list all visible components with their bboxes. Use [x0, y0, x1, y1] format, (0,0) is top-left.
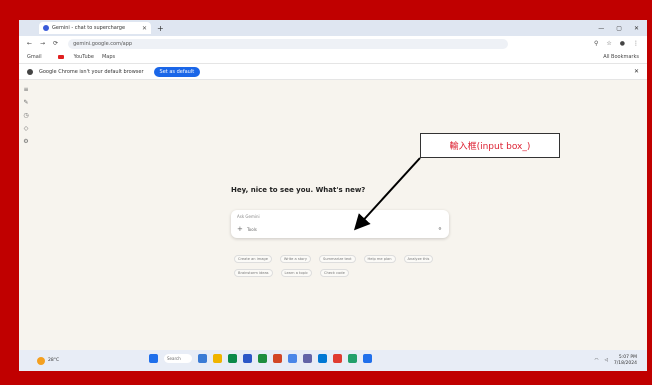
- nav-buttons: ← → ⟳: [19, 40, 58, 47]
- file-explorer-icon[interactable]: [213, 354, 222, 363]
- suggestion-chip[interactable]: Create an image: [234, 255, 272, 263]
- gem-icon[interactable]: ◇: [24, 125, 29, 132]
- suggestion-chip[interactable]: Brainstorm ideas: [234, 269, 273, 277]
- bookmark-youtube[interactable]: YouTube: [50, 54, 94, 60]
- task-view-icon[interactable]: [198, 354, 207, 363]
- new-chat-icon[interactable]: ✎: [23, 99, 28, 106]
- menu-icon[interactable]: ⋮: [633, 40, 639, 47]
- forward-icon[interactable]: →: [40, 40, 45, 47]
- default-browser-infobar: Google Chrome isn't your default browser…: [19, 64, 647, 80]
- weather-temp: 28°C: [48, 358, 60, 363]
- weather-widget[interactable]: 28°C: [37, 356, 60, 365]
- profile-icon[interactable]: ●: [620, 40, 625, 47]
- left-rail: ≡ ✎ ◷ ◇ ⚙: [19, 80, 33, 356]
- add-attachment-icon[interactable]: +: [237, 225, 243, 233]
- url-input[interactable]: gemini.google.com/app: [68, 38, 509, 49]
- greeting-heading: Hey, nice to see you. What's new?: [231, 186, 366, 194]
- extensions-icon[interactable]: ⚲: [594, 40, 598, 47]
- suggestion-chips: Create an image Write a story Summarize …: [234, 255, 449, 277]
- teams-icon[interactable]: [303, 354, 312, 363]
- system-tray: ◠ ◁ 5:07 PM 7/18/2024: [595, 355, 647, 367]
- sun-icon: [37, 356, 45, 365]
- history-icon[interactable]: ◷: [23, 112, 28, 119]
- gemini-favicon-icon: [43, 25, 49, 31]
- microphone-icon[interactable]: ⚬: [437, 225, 443, 233]
- browser-tab[interactable]: Gemini - chat to supercharge ✕: [39, 22, 151, 34]
- minimize-icon[interactable]: —: [598, 25, 604, 32]
- bookmark-youtube-label: YouTube: [73, 54, 94, 60]
- maximize-icon[interactable]: ▢: [616, 25, 622, 32]
- suggestion-chip[interactable]: Analyze this: [403, 255, 434, 263]
- infobar-message: Google Chrome isn't your default browser: [39, 68, 144, 75]
- suggestion-chip[interactable]: Check code: [319, 269, 349, 277]
- clock-date: 7/18/2024: [613, 360, 637, 366]
- excel-icon[interactable]: [258, 354, 267, 363]
- close-window-icon[interactable]: ✕: [634, 25, 639, 32]
- tab-bar: Gemini - chat to supercharge ✕ + — ▢ ✕: [19, 20, 647, 36]
- settings-icon[interactable]: ⚙: [23, 138, 28, 145]
- set-default-button[interactable]: Set as default: [153, 66, 201, 77]
- all-bookmarks[interactable]: All Bookmarks: [603, 54, 647, 60]
- youtube-icon: [57, 54, 64, 59]
- clock[interactable]: 5:07 PM 7/18/2024: [614, 355, 637, 367]
- bookmarks-bar: Gmail YouTube Maps All Bookmarks: [19, 51, 647, 64]
- url-text: gemini.google.com/app: [73, 40, 133, 47]
- reload-icon[interactable]: ⟳: [53, 40, 58, 47]
- start-icon[interactable]: [149, 354, 158, 363]
- suggestion-chip[interactable]: Summarize text: [318, 255, 356, 263]
- powerpoint-icon[interactable]: [273, 354, 282, 363]
- taskbar-search[interactable]: Search: [164, 354, 192, 363]
- annotation-callout: 輸入框(input box_): [420, 133, 560, 158]
- taskbar-apps: Search: [149, 354, 372, 363]
- tools-button[interactable]: Tools: [247, 227, 257, 232]
- new-tab-icon[interactable]: +: [157, 24, 164, 33]
- app-icon[interactable]: [348, 354, 357, 363]
- app-icon[interactable]: [333, 354, 342, 363]
- close-tab-icon[interactable]: ✕: [142, 25, 147, 32]
- windows-taskbar: 28°C Search ◠ ◁ 5:07 PM 7/18/2024: [19, 350, 647, 371]
- close-infobar-icon[interactable]: ✕: [634, 68, 647, 75]
- toolbar-right: ⚲ ☆ ● ⋮: [594, 40, 647, 47]
- input-placeholder: Ask Gemini: [237, 214, 260, 219]
- suggestion-chip[interactable]: Help me plan: [363, 255, 396, 263]
- chrome-taskbar-icon[interactable]: [288, 354, 297, 363]
- edge-icon[interactable]: [228, 354, 237, 363]
- suggestion-chip[interactable]: Learn a topic: [280, 269, 312, 277]
- address-bar-row: ← → ⟳ gemini.google.com/app ⚲ ☆ ● ⋮: [19, 36, 647, 51]
- wifi-icon[interactable]: ◠: [595, 358, 599, 363]
- gemini-page: ≡ ✎ ◷ ◇ ⚙ Hey, nice to see you. What's n…: [19, 80, 647, 350]
- menu-rail-icon[interactable]: ≡: [23, 86, 28, 93]
- bookmark-maps[interactable]: Maps: [102, 54, 115, 60]
- window-controls: — ▢ ✕: [598, 25, 647, 32]
- chrome-icon: [27, 68, 33, 75]
- bookmark-gmail[interactable]: Gmail: [27, 54, 42, 60]
- outlook-icon[interactable]: [318, 354, 327, 363]
- volume-icon[interactable]: ◁: [604, 358, 607, 363]
- word-icon[interactable]: [243, 354, 252, 363]
- app-icon[interactable]: [363, 354, 372, 363]
- chat-input-box[interactable]: Ask Gemini + Tools ⚬: [231, 210, 449, 238]
- star-icon[interactable]: ☆: [606, 40, 611, 47]
- suggestion-chip[interactable]: Write a story: [279, 255, 311, 263]
- back-icon[interactable]: ←: [27, 40, 32, 47]
- tab-title: Gemini - chat to supercharge: [52, 25, 126, 31]
- screenshot-frame: Gemini - chat to supercharge ✕ + — ▢ ✕ ←…: [19, 20, 647, 371]
